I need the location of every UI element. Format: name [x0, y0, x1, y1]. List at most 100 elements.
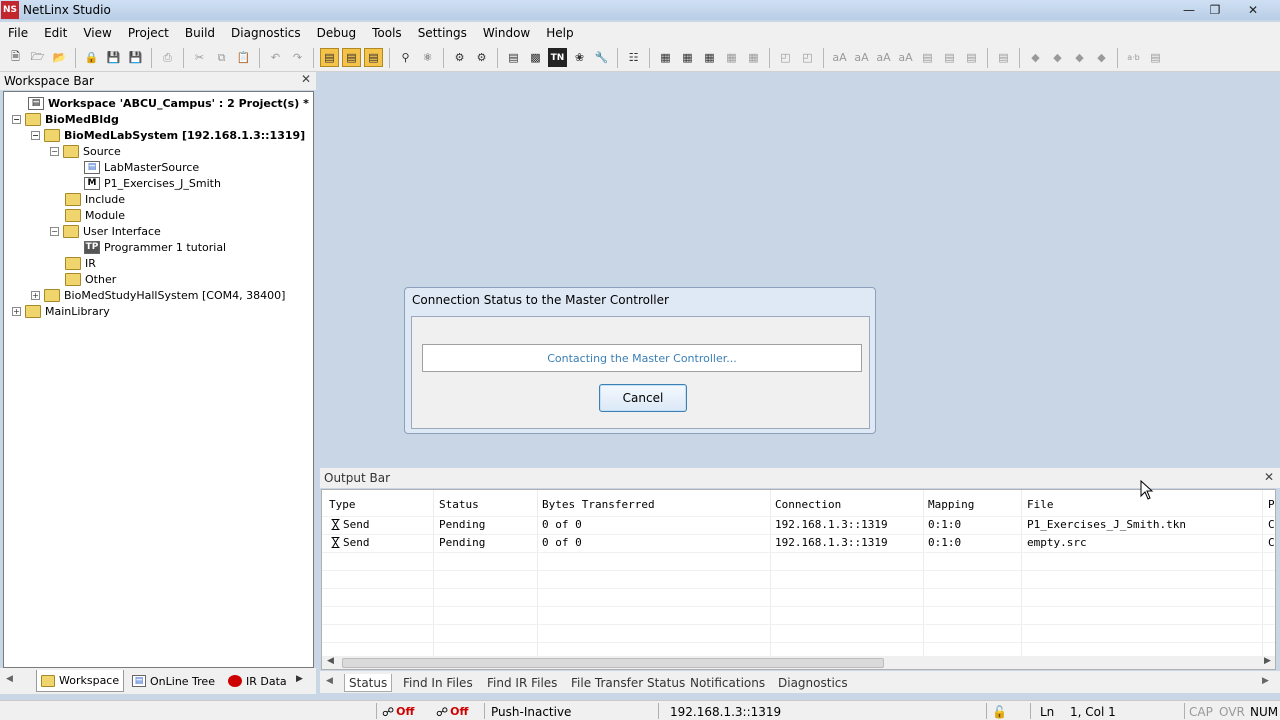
tree-folder-user-interface[interactable]: − User Interface	[50, 223, 161, 239]
grid-2-icon[interactable]: ▦	[678, 48, 697, 67]
collapse-icon[interactable]: −	[31, 130, 40, 140]
output-tabs-left-arrow-icon[interactable]: ◀	[326, 676, 333, 686]
breakpoint-2-icon[interactable]: ◆	[1048, 48, 1067, 67]
font-size-4-icon[interactable]: aA	[896, 48, 915, 67]
open-folder-icon[interactable]: 🗁	[28, 48, 47, 67]
save-icon[interactable]: 💾	[104, 48, 123, 67]
scrollbar-thumb[interactable]	[342, 658, 884, 668]
cut-icon[interactable]: ✂	[190, 48, 209, 67]
menu-diagnostics[interactable]: Diagnostics	[223, 26, 309, 40]
scroll-left-arrow-icon[interactable]: ◀	[327, 656, 334, 666]
menu-debug[interactable]: Debug	[309, 26, 364, 40]
redo-icon[interactable]: ↷	[288, 48, 307, 67]
tabs-left-arrow-icon[interactable]: ◀	[6, 674, 13, 684]
column-header-partial[interactable]: P	[1268, 498, 1275, 511]
tree-folder-ir[interactable]: IR	[65, 255, 96, 271]
breakpoint-3-icon[interactable]: ◆	[1070, 48, 1089, 67]
font-size-1-icon[interactable]: aA	[830, 48, 849, 67]
menu-window[interactable]: Window	[475, 26, 538, 40]
format-1-icon[interactable]: ▤	[918, 48, 937, 67]
tn-icon[interactable]: TN	[548, 48, 567, 67]
menu-edit[interactable]: Edit	[36, 26, 75, 40]
column-header-bytes[interactable]: Bytes Transferred	[542, 498, 655, 511]
table-row[interactable]: Send	[331, 518, 370, 531]
terminal-icon[interactable]: ▩	[526, 48, 545, 67]
breakpoint-1-icon[interactable]: ◆	[1026, 48, 1045, 67]
copy-icon[interactable]: ⧉	[212, 48, 231, 67]
lock-icon[interactable]: 🔒	[82, 48, 101, 67]
output-bar-close-icon[interactable]: ✕	[1264, 470, 1274, 484]
tree-workspace[interactable]: ▤ Workspace 'ABCU_Campus' : 2 Project(s)…	[28, 95, 309, 111]
scroll-right-arrow-icon[interactable]: ▶	[1264, 656, 1271, 666]
compile-icon[interactable]: ⚙	[450, 48, 469, 67]
font-size-2-icon[interactable]: aA	[852, 48, 871, 67]
tab-status[interactable]: Status	[344, 674, 393, 692]
horizontal-scrollbar[interactable]: ◀ ▶	[322, 656, 1275, 669]
column-header-file[interactable]: File	[1027, 498, 1054, 511]
bookmark-icon[interactable]: ▤	[994, 48, 1013, 67]
menu-settings[interactable]: Settings	[410, 26, 475, 40]
font-size-3-icon[interactable]: aA	[874, 48, 893, 67]
breakpoint-4-icon[interactable]: ◆	[1092, 48, 1111, 67]
tree-folder-other[interactable]: Other	[65, 271, 116, 287]
tree-project-biomedbldg[interactable]: − BioMedBldg	[12, 111, 119, 127]
menu-project[interactable]: Project	[120, 26, 177, 40]
tree-system-biomedstudyhall[interactable]: + BioMedStudyHallSystem [COM4, 38400]	[31, 287, 285, 303]
restore-icon[interactable]: ❐	[1204, 0, 1226, 20]
expand-icon[interactable]: +	[31, 290, 40, 300]
output-tabs-right-arrow-icon[interactable]: ▶	[1262, 676, 1269, 686]
debug-bug-icon[interactable]: ⚛	[418, 48, 437, 67]
status-notification-off[interactable]: ☍ Off	[436, 703, 468, 720]
find-device-icon[interactable]: ⚲	[396, 48, 415, 67]
collapse-icon[interactable]: −	[50, 226, 59, 236]
replace-icon[interactable]: a·b	[1124, 48, 1143, 67]
binoculars-icon[interactable]: ◰	[776, 48, 795, 67]
replace-all-icon[interactable]: ▤	[1146, 48, 1165, 67]
tree-folder-module[interactable]: Module	[65, 207, 125, 223]
column-header-mapping[interactable]: Mapping	[928, 498, 974, 511]
format-3-icon[interactable]: ▤	[962, 48, 981, 67]
wrench-icon[interactable]: 🔧	[592, 48, 611, 67]
column-header-type[interactable]: Type	[329, 498, 356, 511]
cancel-button[interactable]: Cancel	[599, 384, 687, 412]
tabs-right-arrow-icon[interactable]: ▶	[296, 674, 303, 684]
format-2-icon[interactable]: ▤	[940, 48, 959, 67]
find-next-icon[interactable]: ◰	[798, 48, 817, 67]
tree-folder-include[interactable]: Include	[65, 191, 125, 207]
tree-file-p1-exercises[interactable]: M P1_Exercises_J_Smith	[84, 175, 221, 191]
grid-5-icon[interactable]: ▦	[744, 48, 763, 67]
print-icon[interactable]: ⎙	[158, 48, 177, 67]
menu-tools[interactable]: Tools	[364, 26, 410, 40]
tree-system-biomedlab[interactable]: − BioMedLabSystem [192.168.1.3::1319]	[31, 127, 305, 143]
paste-icon[interactable]: 📋	[234, 48, 253, 67]
tab-find-in-files[interactable]: Find In Files	[403, 674, 473, 692]
layout-3-icon[interactable]: ▤	[364, 48, 383, 67]
tab-workspace[interactable]: Workspace	[36, 670, 125, 692]
workspace-bar-close-icon[interactable]: ✕	[301, 72, 311, 86]
grid-4-icon[interactable]: ▦	[722, 48, 741, 67]
tree-file-programmer-tutorial[interactable]: TP Programmer 1 tutorial	[84, 239, 226, 255]
collapse-icon[interactable]: −	[12, 114, 21, 124]
menu-build[interactable]: Build	[177, 26, 223, 40]
tab-file-transfer-status[interactable]: File Transfer Status	[571, 674, 685, 692]
build-icon[interactable]: ⚙	[472, 48, 491, 67]
tab-ir-data[interactable]: IR Data	[224, 670, 291, 692]
minimize-icon[interactable]: —	[1178, 0, 1200, 20]
menu-view[interactable]: View	[75, 26, 119, 40]
tab-find-ir-files[interactable]: Find IR Files	[487, 674, 557, 692]
undo-icon[interactable]: ↶	[266, 48, 285, 67]
expand-icon[interactable]: +	[12, 306, 21, 316]
collapse-icon[interactable]: −	[50, 146, 59, 156]
column-header-status[interactable]: Status	[439, 498, 479, 511]
close-icon[interactable]: ✕	[1242, 0, 1264, 20]
column-header-connection[interactable]: Connection	[775, 498, 841, 511]
tree-file-labmastersource[interactable]: ▤ LabMasterSource	[84, 159, 199, 175]
diagnostics-bug-icon[interactable]: ❀	[570, 48, 589, 67]
tab-notifications[interactable]: Notifications	[690, 674, 765, 692]
layout-2-icon[interactable]: ▤	[342, 48, 361, 67]
tree-project-mainlibrary[interactable]: + MainLibrary	[12, 303, 110, 319]
tab-diagnostics[interactable]: Diagnostics	[778, 674, 848, 692]
grid-3-icon[interactable]: ▦	[700, 48, 719, 67]
grid-1-icon[interactable]: ▦	[656, 48, 675, 67]
file-transfer-icon[interactable]: ▤	[504, 48, 523, 67]
